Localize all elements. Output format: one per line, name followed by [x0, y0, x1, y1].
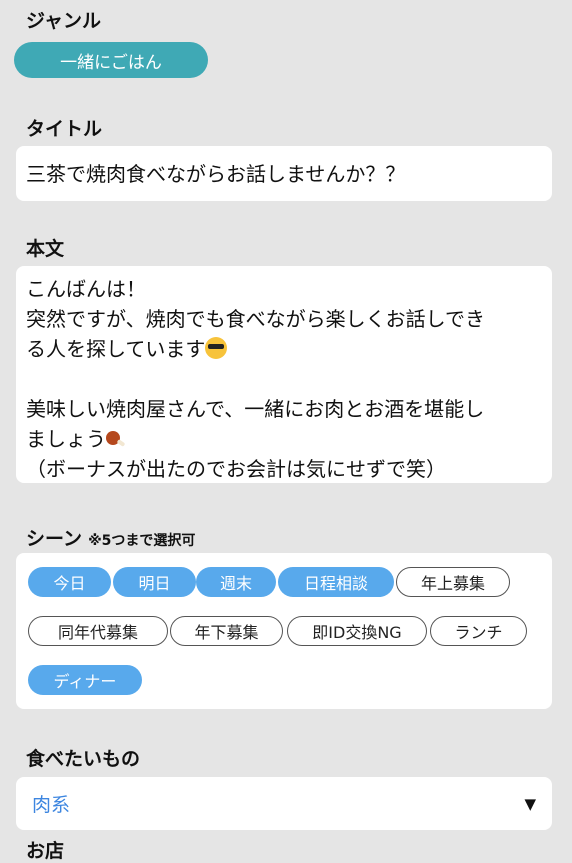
body-textarea[interactable]: こんばんは！ 突然ですが、焼肉でも食べながら楽しくお話しでき る人を探しています…: [16, 266, 552, 483]
body-label: 本文: [26, 238, 65, 260]
body-line: る人を探しています: [26, 334, 542, 364]
body-line: （ボーナスが出たのでお会計は気にせずで笑）: [26, 457, 446, 481]
shop-label: お店: [26, 840, 65, 862]
scene-chip-area: 今日 明日 週末 日程相談 年上募集 同年代募集 年下募集 即ID交換NG ラン…: [16, 553, 552, 709]
genre-pill[interactable]: 一緒にごはん: [14, 42, 208, 78]
dropdown-arrow-icon: ▼: [524, 794, 536, 813]
scene-note: ※5つまで選択可: [88, 533, 196, 549]
title-label: タイトル: [26, 118, 103, 140]
body-line-text: ましょう: [26, 427, 106, 451]
meat-emoji-icon: [106, 429, 126, 449]
food-select-value: 肉系: [32, 794, 71, 816]
scene-chip-dinner[interactable]: ディナー: [28, 665, 142, 695]
scene-chip-lunch[interactable]: ランチ: [430, 616, 527, 646]
body-line-text: る人を探しています: [26, 337, 206, 361]
scene-chip-older[interactable]: 年上募集: [396, 567, 510, 597]
food-label: 食べたいもの: [26, 748, 141, 770]
food-select[interactable]: 肉系 ▼: [16, 777, 552, 830]
scene-chip-schedule[interactable]: 日程相談: [278, 567, 394, 597]
scene-chip-today[interactable]: 今日: [28, 567, 111, 597]
body-line: こんばんは！: [26, 277, 146, 301]
title-input[interactable]: 三茶で焼肉食べながらお話しませんか？？: [16, 146, 552, 201]
scene-chip-tomorrow[interactable]: 明日: [113, 567, 196, 597]
scene-label: シーン ※5つまで選択可: [26, 524, 195, 551]
scene-chip-weekend[interactable]: 週末: [196, 567, 276, 597]
genre-label: ジャンル: [26, 10, 102, 32]
body-line: 突然ですが、焼肉でも食べながら楽しくお話しでき: [26, 307, 485, 331]
sunglasses-emoji-icon: [205, 337, 228, 359]
scene-chip-same-age[interactable]: 同年代募集: [28, 616, 168, 646]
scene-chip-no-id-exchange[interactable]: 即ID交換NG: [287, 616, 427, 646]
body-line: 美味しい焼肉屋さんで、一緒にお肉とお酒を堪能し: [26, 397, 485, 421]
body-line: [26, 364, 542, 394]
body-line: ましょう: [26, 424, 542, 454]
scene-label-text: シーン: [26, 528, 83, 550]
scene-chip-younger[interactable]: 年下募集: [170, 616, 283, 646]
